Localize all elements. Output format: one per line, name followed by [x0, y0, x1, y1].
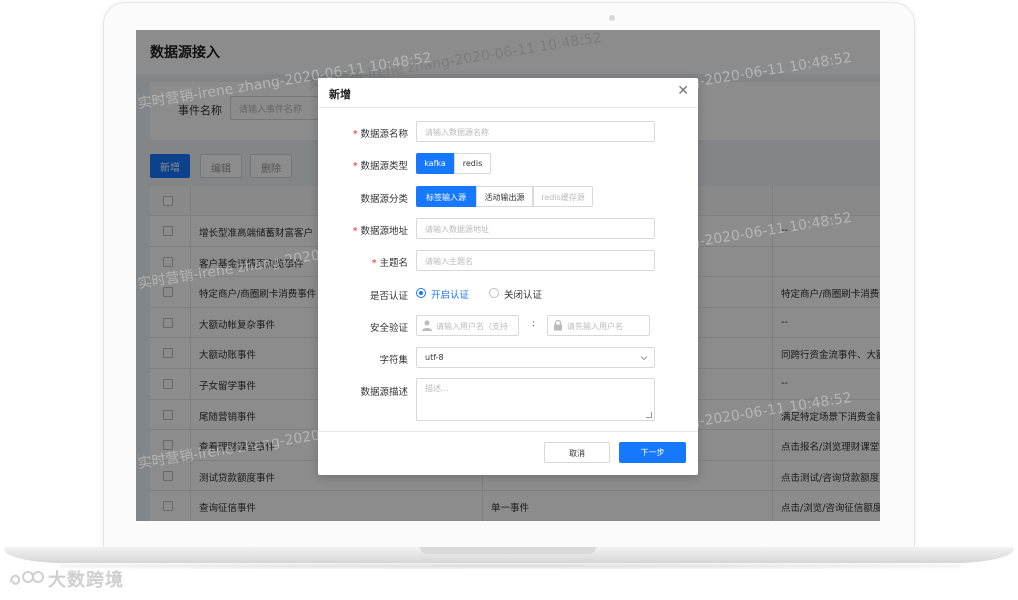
cancel-button[interactable]: 取消: [544, 442, 610, 463]
chevron-down-icon: [640, 356, 648, 361]
camera-dot: [609, 15, 615, 21]
address-label-text: 数据源地址: [360, 226, 408, 237]
dialog-footer: 取消 下一步: [318, 431, 698, 475]
required-mark: *: [352, 161, 358, 172]
laptop-notch: [420, 547, 596, 554]
resize-handle-icon[interactable]: [646, 412, 652, 418]
brand-name: 大数跨境: [48, 570, 124, 591]
password-placeholder: 请先输入用户名: [567, 322, 623, 331]
description-textarea[interactable]: 描述...: [416, 378, 655, 421]
auth-off-label[interactable]: 关闭认证: [504, 287, 542, 301]
type-label-text: 数据源类型: [360, 161, 408, 172]
app-screen: 数据源接入 事件名称 请输入事件名称 新增 编辑 删除 增长型准高端储蓄财富客户…: [136, 30, 880, 521]
required-mark: *: [352, 129, 358, 140]
security-label: 安全验证: [369, 323, 408, 334]
address-label: * 数据源地址: [353, 223, 408, 237]
lock-icon: [554, 320, 562, 331]
brand-icon: [10, 571, 44, 585]
brand-logo: 大数跨境: [8, 566, 124, 592]
name-label: * 数据源名称: [353, 126, 408, 140]
username-input[interactable]: 请输入用户名（支持: [416, 315, 519, 336]
category-option-tag-input[interactable]: 标签输入源: [416, 186, 476, 207]
auth-on-radio[interactable]: [416, 288, 426, 298]
datasource-address-input[interactable]: 请输入数据源地址: [416, 218, 655, 239]
category-label: 数据源分类: [360, 194, 408, 205]
user-icon: [422, 320, 432, 331]
type-option-redis[interactable]: redis: [454, 153, 491, 174]
password-input[interactable]: 请先输入用户名: [547, 315, 650, 336]
auth-label: 是否认证: [369, 291, 408, 302]
datasource-name-input[interactable]: 请输入数据源名称: [416, 121, 655, 142]
required-mark: *: [371, 258, 377, 269]
new-datasource-dialog: 新增 ✕ * 数据源名称 请输入数据源名称 * 数据源类型 kafka redis …: [318, 78, 698, 475]
category-option-activity-output[interactable]: 活动输出源: [476, 186, 533, 207]
username-placeholder: 请输入用户名（支持: [436, 322, 508, 331]
description-placeholder: 描述...: [425, 384, 449, 393]
auth-on-label[interactable]: 开启认证: [431, 287, 469, 301]
auth-off-radio[interactable]: [489, 288, 499, 298]
name-label-text: 数据源名称: [360, 129, 408, 140]
type-option-kafka[interactable]: kafka: [416, 153, 454, 174]
next-step-button[interactable]: 下一步: [619, 442, 686, 463]
type-label: * 数据源类型: [353, 158, 408, 172]
charset-label: 字符集: [379, 355, 408, 366]
colon-separator: :: [532, 319, 536, 329]
charset-select[interactable]: utf-8: [416, 347, 655, 368]
dialog-header: 新增 ✕: [318, 78, 698, 108]
laptop-shadow: [60, 563, 960, 569]
close-icon[interactable]: ✕: [677, 84, 689, 98]
topic-label-text: 主题名: [379, 258, 408, 269]
dialog-title: 新增: [329, 88, 351, 101]
topic-label: * 主题名: [372, 255, 408, 269]
charset-value: utf-8: [425, 353, 444, 362]
required-mark: *: [352, 226, 358, 237]
description-label: 数据源描述: [360, 387, 408, 398]
topic-name-input[interactable]: 请输入主题名: [416, 250, 655, 271]
category-option-redis-cache[interactable]: redis缓存源: [533, 186, 593, 207]
